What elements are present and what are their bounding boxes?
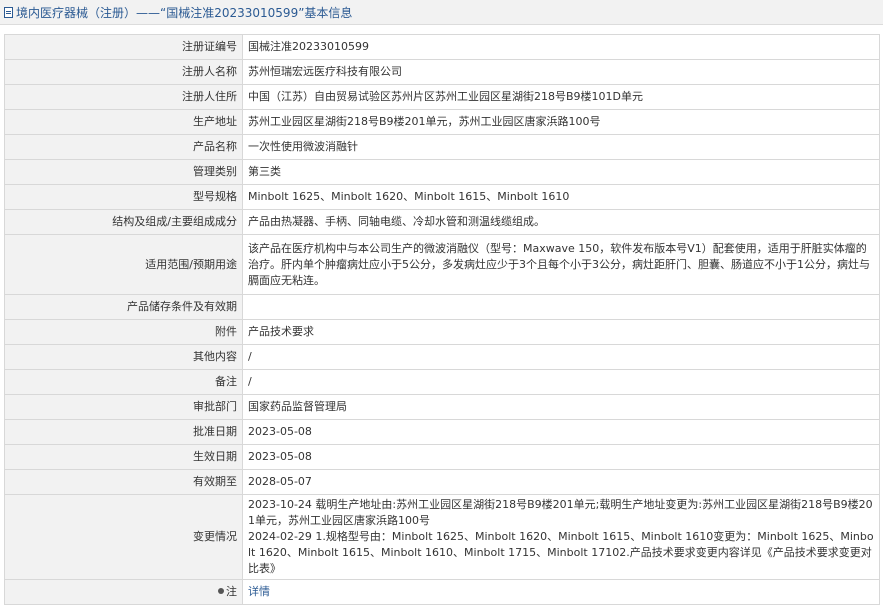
info-table: 注册证编号 国械注准20233010599 注册人名称 苏州恒瑞宏远医疗科技有限公司注… [4, 34, 880, 605]
row-value: 第三类 [242, 159, 880, 185]
document-icon [4, 6, 13, 18]
table-row: 生产地址 苏州工业园区星湖街218号B9楼201单元，苏州工业园区唐家浜路100号 [4, 109, 880, 135]
table-row: 生效日期 2023-05-08 [4, 444, 880, 470]
table-row-change: 变更情况 2023-10-24 载明生产地址由:苏州工业园区星湖街218号B9楼… [4, 494, 880, 580]
row-value: 中国（江苏）自由贸易试验区苏州片区苏州工业园区星湖街218号B9楼101D单元 [242, 84, 880, 110]
row-label: 产品名称 [4, 134, 243, 160]
change-entry: 2023-10-24 载明生产地址由:苏州工业园区星湖街218号B9楼201单元… [248, 498, 873, 527]
row-label: 生效日期 [4, 444, 243, 470]
table-row: 注册人名称 苏州恒瑞宏远医疗科技有限公司 [4, 59, 880, 85]
row-label: 变更情况 [4, 494, 243, 580]
info-table-body: 注册证编号 国械注准20233010599 注册人名称 苏州恒瑞宏远医疗科技有限公司注… [4, 34, 880, 495]
row-value: 产品技术要求 [242, 319, 880, 345]
note-cell: 详情 [242, 579, 880, 605]
row-label: 批准日期 [4, 419, 243, 445]
row-value: 国家药品监督管理局 [242, 394, 880, 420]
table-row: 结构及组成/主要组成成分 产品由热凝器、手柄、同轴电缆、冷却水管和测温线缆组成。 [4, 209, 880, 235]
table-row: 产品储存条件及有效期 [4, 294, 880, 320]
row-label: 注册证编号 [4, 34, 243, 60]
page-title: 境内医疗器械（注册）——“国械注准20233010599”基本信息 [16, 5, 353, 20]
table-row: 有效期至 2028-05-07 [4, 469, 880, 495]
row-value: / [242, 369, 880, 395]
row-value: 国械注准20233010599 [242, 34, 880, 60]
row-label: 适用范围/预期用途 [4, 234, 243, 295]
row-value: Minbolt 1625、Minbolt 1620、Minbolt 1615、M… [242, 184, 880, 210]
table-row: 批准日期 2023-05-08 [4, 419, 880, 445]
table-row: 型号规格 Minbolt 1625、Minbolt 1620、Minbolt 16… [4, 184, 880, 210]
table-row: 注册人住所 中国（江苏）自由贸易试验区苏州片区苏州工业园区星湖街218号B9楼10… [4, 84, 880, 110]
table-row: 附件 产品技术要求 [4, 319, 880, 345]
row-label: 其他内容 [4, 344, 243, 370]
table-row-note: 注 详情 [4, 579, 880, 605]
note-label: 注 [226, 585, 237, 598]
change-entry: 2024-02-29 1.规格型号由：Minbolt 1625、Minbolt … [248, 530, 874, 575]
row-label: 注册人住所 [4, 84, 243, 110]
table-row: 产品名称 一次性使用微波消融针 [4, 134, 880, 160]
table-row: 适用范围/预期用途 该产品在医疗机构中与本公司生产的微波消融仪（型号：Maxwav… [4, 234, 880, 295]
change-history: 2023-10-24 载明生产地址由:苏州工业园区星湖街218号B9楼201单元… [242, 494, 880, 580]
table-row: 注册证编号 国械注准20233010599 [4, 34, 880, 60]
row-value: 产品由热凝器、手柄、同轴电缆、冷却水管和测温线缆组成。 [242, 209, 880, 235]
row-label: 生产地址 [4, 109, 243, 135]
row-value: / [242, 344, 880, 370]
row-label: 结构及组成/主要组成成分 [4, 209, 243, 235]
row-value: 2023-05-08 [242, 444, 880, 470]
table-row: 其他内容 / [4, 344, 880, 370]
row-value: 2028-05-07 [242, 469, 880, 495]
row-value: 苏州工业园区星湖街218号B9楼201单元，苏州工业园区唐家浜路100号 [242, 109, 880, 135]
row-label: 备注 [4, 369, 243, 395]
row-label: 管理类别 [4, 159, 243, 185]
details-link[interactable]: 详情 [248, 585, 270, 598]
row-label: 注册人名称 [4, 59, 243, 85]
row-value: 一次性使用微波消融针 [242, 134, 880, 160]
row-label: 型号规格 [4, 184, 243, 210]
row-label: 产品储存条件及有效期 [4, 294, 243, 320]
row-value [242, 294, 880, 320]
table-row: 审批部门 国家药品监督管理局 [4, 394, 880, 420]
row-label: 审批部门 [4, 394, 243, 420]
bulb-icon [218, 588, 224, 594]
row-value: 该产品在医疗机构中与本公司生产的微波消融仪（型号：Maxwave 150，软件发… [242, 234, 880, 295]
page-header: 境内医疗器械（注册）——“国械注准20233010599”基本信息 [0, 0, 883, 25]
row-value: 2023-05-08 [242, 419, 880, 445]
table-row: 备注 / [4, 369, 880, 395]
row-label: 有效期至 [4, 469, 243, 495]
row-label: 注 [4, 579, 243, 605]
table-row: 管理类别 第三类 [4, 159, 880, 185]
row-label: 附件 [4, 319, 243, 345]
row-value: 苏州恒瑞宏远医疗科技有限公司 [242, 59, 880, 85]
